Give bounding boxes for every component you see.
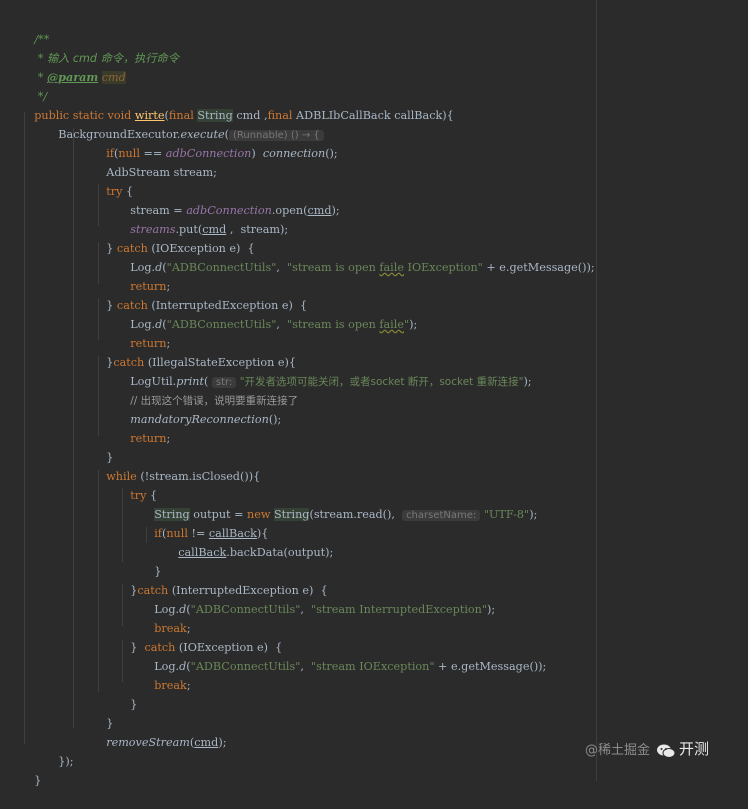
code-line: * @param cmd	[20, 49, 126, 84]
code-line: }	[140, 543, 161, 578]
code-line: mandatoryReconnection();	[116, 391, 281, 426]
code-line: } catch (InterruptedException e) {	[92, 277, 307, 312]
code-line: } catch (IOException e) {	[116, 619, 282, 654]
code-text: );	[523, 375, 532, 388]
code-line: stream = adbConnection.open(cmd);	[116, 182, 339, 217]
code-line: // 出现这个错误，说明要重新连接了	[116, 372, 298, 407]
watermark-prefix: @稀土掘金	[585, 743, 651, 758]
code-line: Log.d("ADBConnectUtils", "stream Interru…	[140, 581, 495, 616]
string-literal: "stream is open	[287, 261, 380, 274]
code-text: ;	[186, 679, 191, 692]
code-line: }catch (IllegalStateException e){	[92, 334, 296, 369]
code-line: return;	[116, 258, 170, 293]
code-line: Log.d("ADBConnectUtils", "stream IOExcep…	[140, 638, 546, 673]
code-text: ,	[276, 318, 288, 331]
param-ref: cmd	[194, 736, 219, 749]
code-line: return;	[116, 315, 170, 350]
code-line: }	[92, 695, 113, 730]
param-ref: callBack	[178, 546, 227, 559]
code-line: LogUtil.print( str: "开发者选项可能关闭，或者socket …	[116, 353, 532, 388]
punct: )	[251, 147, 263, 160]
param-inlay-hint: charsetName:	[402, 510, 481, 521]
code-text: });	[58, 755, 74, 768]
code-line: try {	[116, 467, 157, 502]
code-line: while (!stream.isClosed()){	[92, 448, 260, 483]
watermark: @稀土掘金 开测	[585, 737, 709, 761]
method-call: connection	[262, 147, 326, 160]
code-line: streams.put(cmd , stream);	[116, 201, 288, 236]
method-signature: public static void wirte(final String cm…	[20, 87, 454, 122]
code-line: AdbStream stream;	[92, 144, 217, 179]
code-text: ();	[268, 413, 282, 426]
param: callBack){	[390, 109, 454, 122]
code-editor[interactable]: /** * 输入 cmd 命令，执行命令 * @param cmd */ pub…	[0, 0, 748, 787]
code-text: );	[218, 736, 227, 749]
string-literal: "UTF-8"	[480, 508, 530, 521]
type-name: String	[274, 508, 310, 521]
code-text: ;	[166, 432, 171, 445]
right-margin-guide	[596, 0, 597, 781]
code-line: break;	[140, 600, 190, 635]
code-text: + e.getMessage());	[434, 660, 547, 673]
param-ref: cmd	[307, 204, 332, 217]
doc-param-tag: @param	[46, 70, 99, 84]
code-line: return;	[116, 410, 170, 445]
code-line: Log.d("ADBConnectUtils", "stream is open…	[116, 296, 417, 331]
code-line: */	[20, 68, 47, 103]
code-text: (stream.read(),	[309, 508, 403, 521]
typo-string: faile	[379, 318, 404, 331]
string-literal: "ADBConnectUtils"	[166, 318, 277, 331]
code-line: try {	[92, 163, 133, 198]
code-text: ,	[276, 261, 288, 274]
code-text: ,	[300, 660, 312, 673]
code-line: break;	[140, 657, 190, 692]
method-call: removeStream	[106, 736, 190, 749]
keyword: if	[154, 527, 162, 540]
code-line: removeStream(cmd);	[92, 714, 226, 749]
indent-guide	[24, 112, 25, 744]
code-line: * 输入 cmd 命令，执行命令	[20, 30, 179, 65]
code-text: .backData(output);	[226, 546, 334, 559]
code-line: }	[20, 752, 41, 787]
code-line: }	[116, 676, 137, 711]
typo-string: faile	[379, 261, 404, 274]
code-line: if(null == adbConnection) connection();	[92, 125, 337, 160]
string-literal: "ADBConnectUtils"	[190, 660, 301, 673]
doc-param-name: cmd	[101, 71, 126, 84]
string-literal: "stream IOException"	[311, 660, 435, 673]
keyword: break	[154, 679, 187, 692]
punct: ();	[325, 147, 338, 160]
string-literal: "stream InterruptedException"	[311, 603, 487, 616]
code-text: ,	[300, 603, 312, 616]
string-literal: "stream is open	[287, 318, 380, 331]
code-text: );	[331, 204, 340, 217]
code-line: }catch (InterruptedException e) {	[116, 562, 327, 597]
code-line: });	[44, 733, 73, 768]
indent-guide	[73, 128, 74, 728]
string-literal: "ADBConnectUtils"	[166, 261, 277, 274]
code-line: Log.d("ADBConnectUtils", "stream is open…	[116, 239, 594, 274]
code-text: );	[409, 318, 418, 331]
wechat-icon	[656, 743, 676, 759]
code-text: );	[529, 508, 538, 521]
string-literal: IOException"	[403, 261, 483, 274]
code-text: );	[486, 603, 496, 616]
code-line: BackgroundExecutor.execute((Runnable) ()…	[44, 106, 324, 141]
string-literal: "ADBConnectUtils"	[190, 603, 301, 616]
code-line: /**	[20, 11, 49, 46]
code-text: + e.getMessage());	[482, 261, 595, 274]
code-line: }	[92, 429, 113, 464]
code-line: if(null != callBack){	[140, 505, 268, 540]
code-line: } catch (IOException e) {	[92, 220, 254, 255]
code-line: String output = new String(stream.read()…	[140, 486, 537, 521]
keyword: return	[130, 432, 167, 445]
watermark-brand: 开测	[679, 740, 710, 758]
code-line: callBack.backData(output);	[164, 524, 333, 559]
code-text: }	[130, 698, 138, 711]
